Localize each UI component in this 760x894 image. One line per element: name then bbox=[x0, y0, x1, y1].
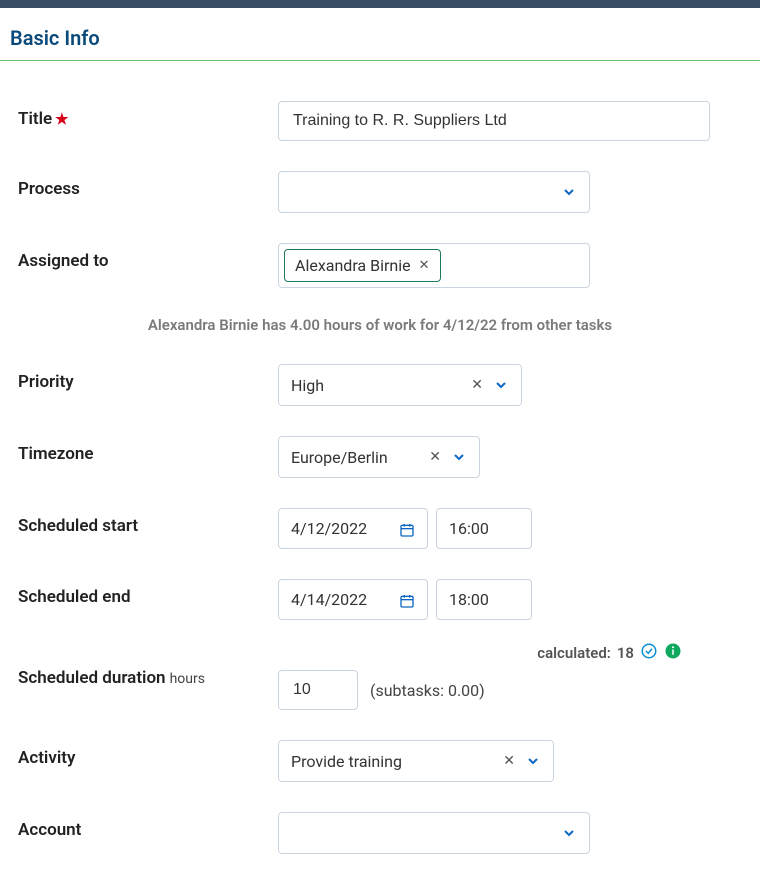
label-scheduled-duration: Scheduled duration hours bbox=[18, 642, 278, 688]
scheduled-end-date-value: 4/14/2022 bbox=[291, 590, 367, 609]
row-scheduled-duration: Scheduled duration hours calculated: 18 … bbox=[18, 642, 742, 710]
calculated-row: calculated: 18 bbox=[278, 642, 742, 664]
subtasks-hours-text: (subtasks: 0.00) bbox=[370, 681, 485, 700]
chevron-down-icon bbox=[561, 825, 577, 841]
clear-timezone-icon[interactable]: ✕ bbox=[429, 449, 441, 465]
scheduled-start-time-value: 16:00 bbox=[449, 519, 489, 538]
scheduled-start-time-input[interactable]: 16:00 bbox=[436, 508, 532, 549]
chevron-down-icon bbox=[493, 377, 509, 393]
label-title-text: Title bbox=[18, 109, 52, 129]
scheduled-end-time-input[interactable]: 18:00 bbox=[436, 579, 532, 620]
remove-assignee-icon[interactable]: ✕ bbox=[419, 258, 430, 273]
timezone-select[interactable]: Europe/Berlin ✕ bbox=[278, 436, 480, 478]
scheduled-duration-input[interactable] bbox=[278, 670, 358, 710]
row-priority: Priority High ✕ bbox=[18, 364, 742, 406]
scheduled-end-date-input[interactable]: 4/14/2022 bbox=[278, 579, 428, 620]
scheduled-start-date-value: 4/12/2022 bbox=[291, 519, 367, 538]
label-scheduled-start: Scheduled start bbox=[18, 508, 278, 536]
row-timezone: Timezone Europe/Berlin ✕ bbox=[18, 436, 742, 478]
account-select[interactable] bbox=[278, 812, 590, 854]
label-scheduled-duration-text: Scheduled duration bbox=[18, 668, 166, 688]
row-process: Process bbox=[18, 171, 742, 213]
activity-value: Provide training bbox=[291, 752, 503, 771]
label-timezone: Timezone bbox=[18, 436, 278, 464]
assignee-name: Alexandra Birnie bbox=[295, 256, 411, 275]
assignee-tag: Alexandra Birnie ✕ bbox=[284, 249, 441, 282]
calculated-label: calculated: bbox=[537, 644, 611, 662]
label-process: Process bbox=[18, 171, 278, 199]
priority-select[interactable]: High ✕ bbox=[278, 364, 522, 406]
row-activity: Activity Provide training ✕ bbox=[18, 740, 742, 782]
chevron-down-icon bbox=[451, 449, 467, 465]
label-account: Account bbox=[18, 812, 278, 840]
clear-activity-icon[interactable]: ✕ bbox=[503, 753, 515, 769]
workload-info-text: Alexandra Birnie has 4.00 hours of work … bbox=[18, 316, 742, 334]
row-scheduled-start: Scheduled start 4/12/2022 16:00 bbox=[18, 508, 742, 549]
chevron-down-icon bbox=[561, 184, 577, 200]
label-title: Title ★ bbox=[18, 101, 278, 129]
section-title: Basic Info bbox=[0, 8, 760, 61]
label-scheduled-end: Scheduled end bbox=[18, 579, 278, 607]
row-title: Title ★ bbox=[18, 101, 742, 141]
priority-value: High bbox=[291, 376, 471, 395]
required-icon: ★ bbox=[55, 110, 68, 128]
process-select[interactable] bbox=[278, 171, 590, 213]
calendar-icon[interactable] bbox=[399, 590, 415, 609]
row-scheduled-end: Scheduled end 4/14/2022 18:00 bbox=[18, 579, 742, 620]
label-activity: Activity bbox=[18, 740, 278, 768]
calendar-icon[interactable] bbox=[399, 519, 415, 538]
chevron-down-icon bbox=[525, 753, 541, 769]
row-assigned-to: Assigned to Alexandra Birnie ✕ bbox=[18, 243, 742, 288]
title-input[interactable] bbox=[278, 101, 710, 141]
scheduled-start-date-input[interactable]: 4/12/2022 bbox=[278, 508, 428, 549]
assigned-to-input[interactable]: Alexandra Birnie ✕ bbox=[278, 243, 590, 288]
basic-info-form: Title ★ Process Assigned to Alexandra Bi… bbox=[0, 61, 760, 894]
activity-select[interactable]: Provide training ✕ bbox=[278, 740, 554, 782]
duration-unit: hours bbox=[170, 671, 205, 687]
info-icon[interactable] bbox=[664, 642, 682, 664]
apply-calculated-icon[interactable] bbox=[640, 642, 658, 664]
row-account: Account bbox=[18, 812, 742, 854]
label-assigned-to: Assigned to bbox=[18, 243, 278, 271]
top-border bbox=[0, 0, 760, 8]
calculated-value: 18 bbox=[617, 644, 634, 662]
scheduled-end-time-value: 18:00 bbox=[449, 590, 489, 609]
label-priority: Priority bbox=[18, 364, 278, 392]
timezone-value: Europe/Berlin bbox=[291, 448, 429, 467]
clear-priority-icon[interactable]: ✕ bbox=[471, 377, 483, 393]
